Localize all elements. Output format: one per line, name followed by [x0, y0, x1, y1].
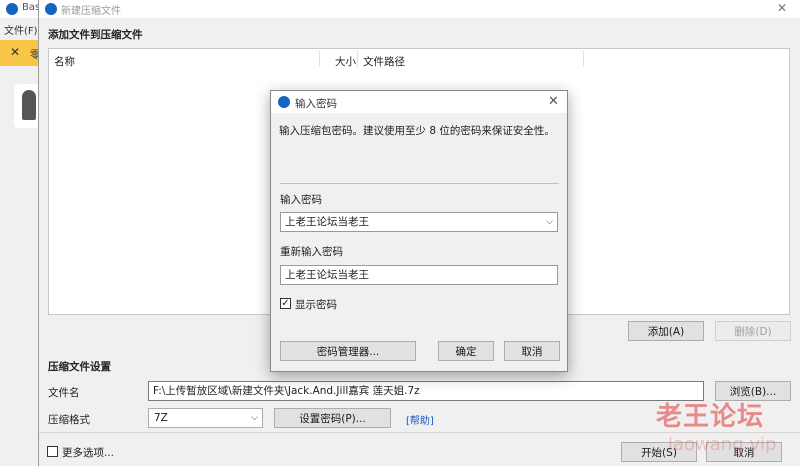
password-dialog-titlebar: 输入密码 ✕: [271, 91, 567, 113]
column-header-size[interactable]: 大小: [335, 54, 356, 69]
help-link[interactable]: [帮助]: [406, 412, 434, 427]
reenter-password-input[interactable]: 上老王论坛当老王: [280, 265, 558, 285]
format-label: 压缩格式: [48, 414, 90, 426]
format-select[interactable]: 7Z ⌵: [148, 408, 263, 428]
column-divider[interactable]: [319, 51, 320, 67]
column-header-path[interactable]: 文件路径: [363, 54, 405, 69]
format-selected-value: 7Z: [154, 412, 168, 424]
cancel-button[interactable]: 取消: [504, 341, 560, 361]
close-icon[interactable]: ✕: [548, 94, 559, 109]
window-titlebar: 新建压缩文件 ✕: [39, 0, 800, 18]
password-manager-button[interactable]: 密码管理器...: [280, 341, 416, 361]
close-icon[interactable]: ✕: [10, 45, 20, 59]
chevron-down-icon[interactable]: ⌵: [546, 213, 553, 231]
more-options-label[interactable]: 更多选项...: [62, 445, 114, 460]
column-divider[interactable]: [583, 51, 584, 67]
ok-button[interactable]: 确定: [438, 341, 494, 361]
column-divider[interactable]: [357, 51, 358, 67]
password-description: 输入压缩包密码。建议使用至少 8 位的密码来保证安全性。: [279, 125, 555, 137]
close-icon[interactable]: ✕: [777, 1, 787, 15]
chevron-down-icon: ⌵: [251, 413, 258, 423]
menu-file[interactable]: 文件(F): [4, 22, 38, 37]
app-logo-icon: [45, 3, 57, 15]
add-button[interactable]: 添加(A): [628, 321, 704, 341]
password-value: 上老王论坛当老王: [285, 216, 369, 228]
key-icon: [14, 84, 40, 128]
divider: [280, 183, 559, 184]
watermark: 老王论坛: [656, 402, 765, 432]
background-app-titlebar: Bas: [0, 0, 40, 18]
filename-label: 文件名: [48, 387, 80, 399]
delete-button[interactable]: 删除(D): [715, 321, 791, 341]
warning-banner: ✕ 零: [0, 40, 40, 66]
password-combobox[interactable]: 上老王论坛当老王 ⌵: [280, 212, 558, 232]
more-options-checkbox[interactable]: [47, 446, 58, 457]
watermark-sub: laowang.vip: [668, 434, 777, 455]
window-title: 新建压缩文件: [61, 6, 121, 17]
show-password-label[interactable]: 显示密码: [295, 297, 337, 312]
reenter-password-label: 重新输入密码: [280, 246, 343, 258]
filename-input[interactable]: F:\上传暂放区域\新建文件夹\Jack.And.Jill嘉宾 莲天姐.7z: [148, 381, 704, 401]
column-header-name[interactable]: 名称: [54, 54, 75, 69]
show-password-checkbox[interactable]: ✓: [280, 298, 291, 309]
password-dialog-title: 输入密码: [295, 98, 337, 110]
password-dialog: 输入密码 ✕ 输入压缩包密码。建议使用至少 8 位的密码来保证安全性。 输入密码…: [270, 90, 568, 372]
section-settings-heading: 压缩文件设置: [48, 361, 111, 373]
background-app-window: Bas 文件(F) ✕ 零: [0, 0, 40, 466]
app-logo-icon: [278, 96, 290, 108]
section-add-files-heading: 添加文件到压缩文件: [48, 29, 143, 41]
app-logo-icon: [6, 3, 18, 15]
password-label: 输入密码: [280, 194, 322, 206]
set-password-button[interactable]: 设置密码(P)...: [274, 408, 391, 428]
